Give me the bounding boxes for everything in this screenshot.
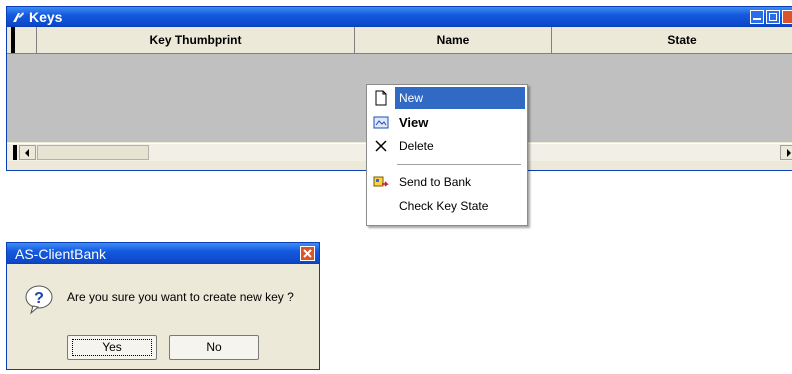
menu-item-label: View (399, 115, 429, 130)
keys-title-bar[interactable]: Keys (7, 7, 792, 27)
send-to-bank-icon (373, 176, 389, 187)
delete-icon (375, 140, 387, 152)
maximize-button[interactable] (766, 10, 780, 24)
focus-rect (72, 339, 152, 356)
dialog-title: AS-ClientBank (15, 246, 107, 262)
scroll-marker (13, 145, 17, 160)
minimize-icon (753, 18, 761, 20)
column-header-state[interactable]: State (552, 27, 792, 53)
confirm-dialog: AS-ClientBank ? Are you sure you want to… (6, 242, 320, 370)
scroll-right-button[interactable] (780, 145, 792, 160)
context-menu: New View Delete Send to Bank Check Key S… (366, 84, 528, 226)
maximize-icon (769, 13, 777, 21)
menu-item-new[interactable]: New (369, 87, 525, 109)
menu-item-label: New (399, 91, 424, 105)
close-button[interactable] (782, 10, 792, 24)
menu-item-label: Delete (399, 139, 434, 153)
new-document-icon (375, 90, 387, 106)
close-icon (303, 249, 312, 258)
svg-text:?: ? (34, 290, 44, 307)
question-icon: ? (25, 285, 53, 315)
view-icon (373, 116, 389, 129)
menu-separator (397, 164, 521, 165)
yes-button[interactable]: Yes (67, 335, 157, 360)
dialog-title-bar[interactable]: AS-ClientBank (7, 243, 319, 264)
menu-item-send-to-bank[interactable]: Send to Bank (369, 171, 525, 193)
column-header-row: Key Thumbprint Name State (7, 27, 792, 54)
menu-item-delete[interactable]: Delete (369, 135, 525, 157)
row-indicator (11, 27, 15, 53)
menu-item-label: Send to Bank (399, 175, 472, 189)
key-app-icon (13, 12, 24, 22)
arrow-left-icon (25, 149, 29, 157)
column-header-name[interactable]: Name (355, 27, 552, 53)
column-header-key-thumbprint[interactable]: Key Thumbprint (37, 27, 355, 53)
dialog-message: Are you sure you want to create new key … (67, 290, 294, 304)
menu-item-view[interactable]: View (369, 111, 525, 133)
minimize-button[interactable] (750, 10, 764, 24)
scroll-thumb[interactable] (37, 145, 149, 160)
keys-window-title: Keys (29, 9, 63, 25)
menu-item-label: Check Key State (399, 199, 489, 213)
dialog-close-button[interactable] (300, 246, 315, 261)
scroll-left-button[interactable] (19, 145, 36, 160)
arrow-right-icon (787, 149, 791, 157)
menu-item-check-key-state[interactable]: Check Key State (369, 195, 525, 217)
no-button-label: No (206, 340, 222, 354)
no-button[interactable]: No (169, 335, 259, 360)
